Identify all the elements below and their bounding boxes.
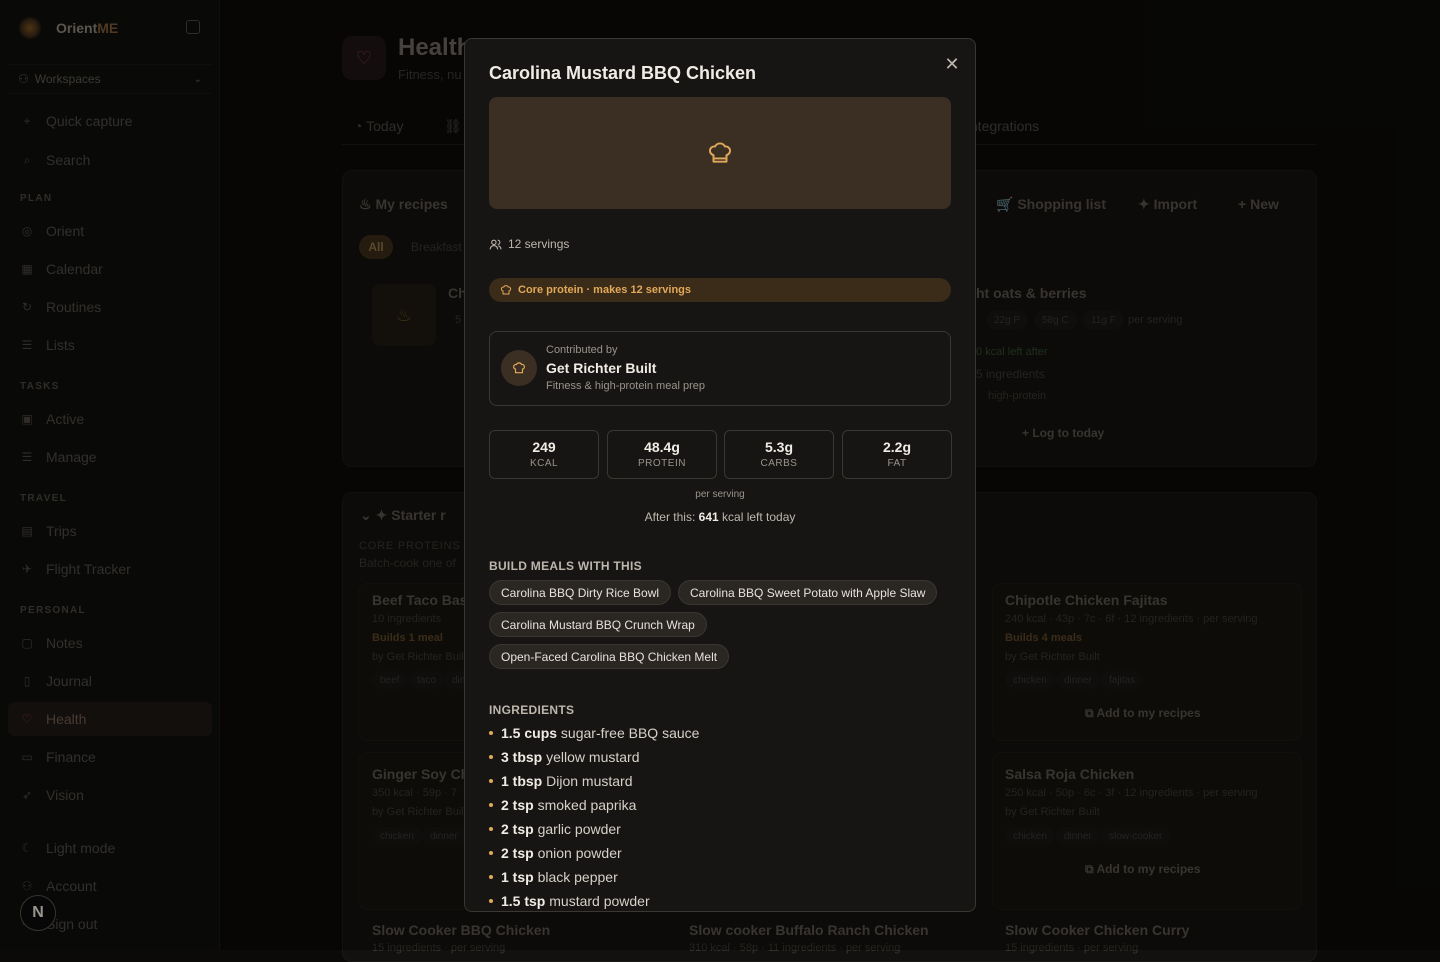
contributor-name: Get Richter Built xyxy=(546,360,657,376)
ingredient-item: 1.5 tsp mustard powder xyxy=(489,893,650,909)
bullet-icon xyxy=(489,731,493,735)
ingredient-item: 3 tbsp yellow mustard xyxy=(489,749,640,765)
chef-hat-icon xyxy=(513,362,525,374)
servings-info: 12 servings xyxy=(489,237,569,251)
bullet-icon xyxy=(489,803,493,807)
contributor-avatar xyxy=(501,350,537,386)
servings-label: 12 servings xyxy=(508,237,570,251)
modal-title: Carolina Mustard BBQ Chicken xyxy=(489,63,757,83)
meal-chip[interactable]: Carolina Mustard BBQ Crunch Wrap xyxy=(489,612,707,637)
kcal-left-summary: After this: 641 kcal left today xyxy=(644,510,796,524)
bullet-icon xyxy=(489,827,493,831)
contributor-description: Fitness & high-protein meal prep xyxy=(546,380,705,392)
contributor-card: Contributed by Get Richter Built Fitness… xyxy=(489,331,951,406)
ingredient-item: 1 tbsp Dijon mustard xyxy=(489,773,633,789)
meal-chip[interactable]: Open-Faced Carolina BBQ Chicken Melt xyxy=(489,644,730,669)
per-serving-label: per serving xyxy=(695,489,745,500)
ingredient-item: 2 tsp garlic powder xyxy=(489,821,621,837)
users-icon xyxy=(489,239,502,249)
recipe-image-placeholder xyxy=(489,97,951,209)
bullet-icon xyxy=(489,851,493,855)
meal-chip[interactable]: Carolina BBQ Dirty Rice Bowl xyxy=(489,580,672,605)
macro-carbs: 5.3g CARBS xyxy=(724,430,834,479)
ingredient-item: 1 tsp black pepper xyxy=(489,869,618,885)
ingredients-heading: INGREDIENTS xyxy=(489,703,575,717)
chef-hat-icon xyxy=(500,285,512,295)
macro-protein: 48.4g PROTEIN xyxy=(607,430,717,479)
ingredient-item: 2 tsp smoked paprika xyxy=(489,797,636,813)
close-icon[interactable]: ✕ xyxy=(943,55,961,73)
chef-hat-icon xyxy=(709,142,731,163)
ingredient-item: 1.5 cups sugar-free BBQ sauce xyxy=(489,725,699,741)
build-meals-heading: BUILD MEALS WITH THIS xyxy=(489,559,642,573)
bullet-icon xyxy=(489,779,493,783)
bullet-icon xyxy=(489,899,493,903)
core-protein-badge: Core protein · makes 12 servings xyxy=(489,278,951,302)
ingredient-item: 2 tsp onion powder xyxy=(489,845,622,861)
recipe-modal: Carolina Mustard BBQ Chicken ✕ 12 servin… xyxy=(464,38,976,912)
contributed-by-label: Contributed by xyxy=(546,344,618,356)
bullet-icon xyxy=(489,755,493,759)
macro-fat: 2.2g FAT xyxy=(842,430,952,479)
macro-kcal: 249 KCAL xyxy=(489,430,599,479)
meal-chip[interactable]: Carolina BBQ Sweet Potato with Apple Sla… xyxy=(678,580,938,605)
bullet-icon xyxy=(489,875,493,879)
